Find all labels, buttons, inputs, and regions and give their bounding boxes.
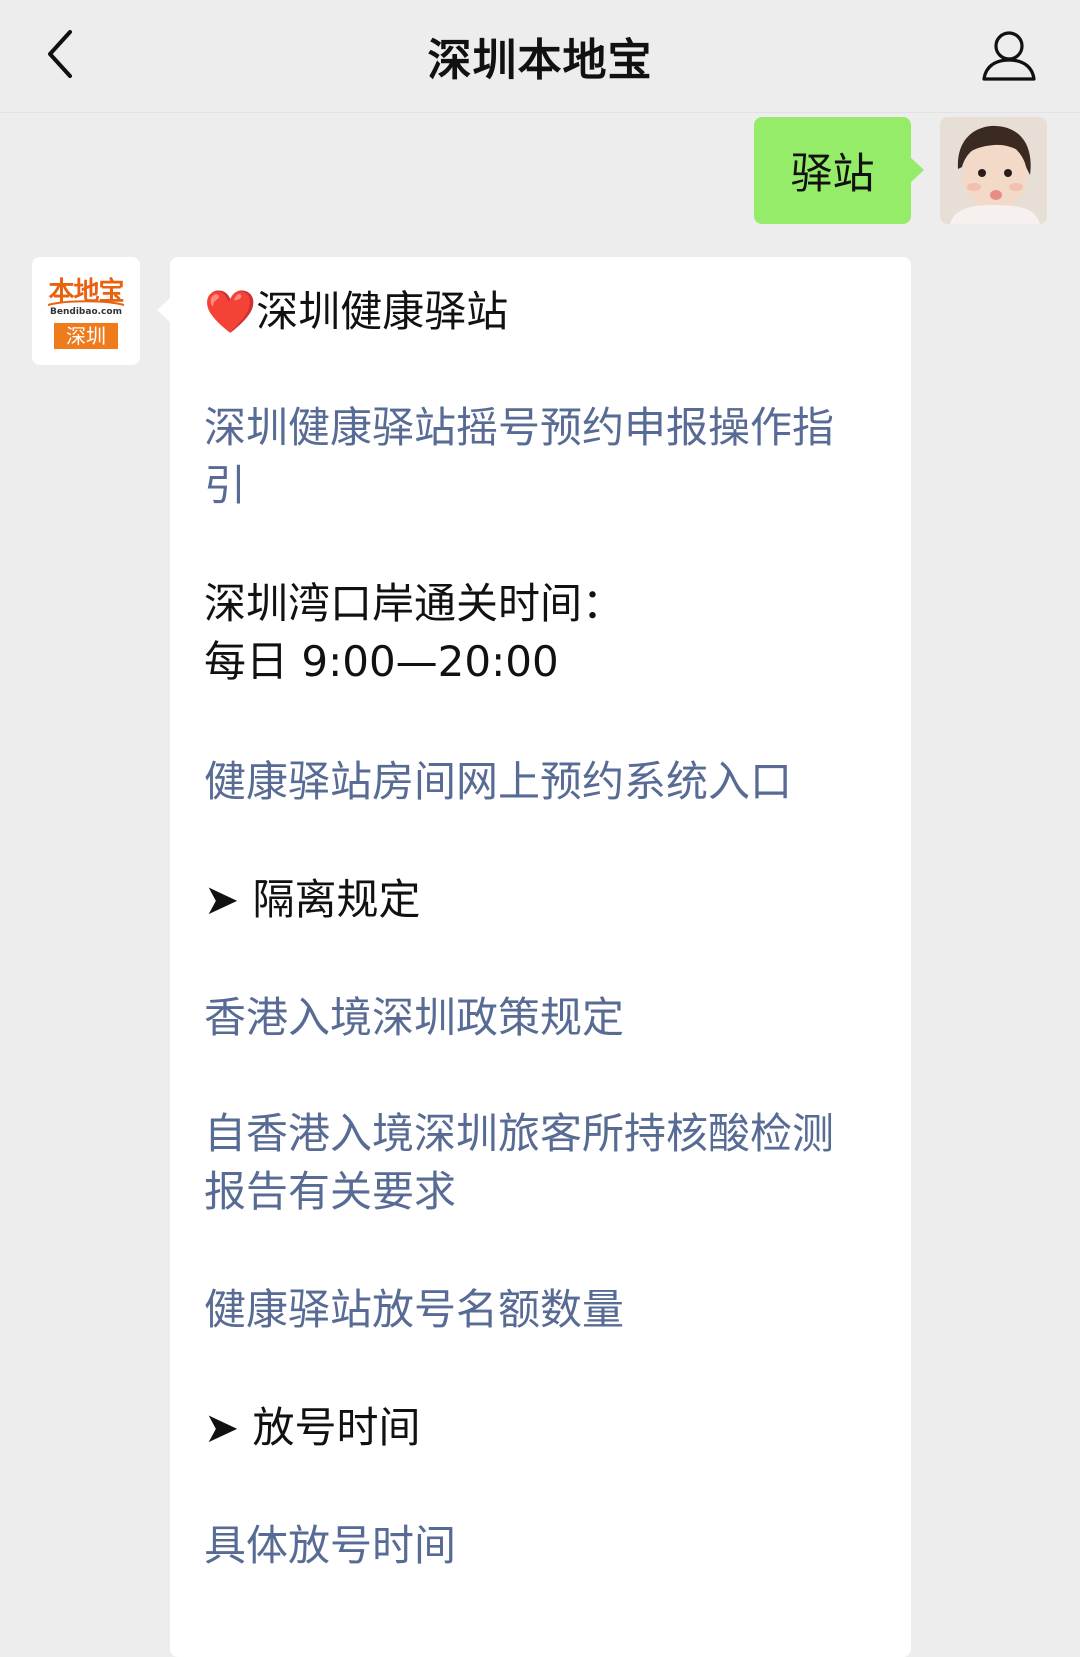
section-release-time: ➤ 放号时间: [204, 1403, 421, 1452]
link-booking-guide[interactable]: 深圳健康驿站摇号预约申报操作指引: [204, 399, 864, 515]
user-avatar[interactable]: [940, 117, 1047, 224]
user-message-text: 驿站: [790, 149, 875, 198]
child-portrait-image: [940, 117, 1047, 224]
link-release-time-details[interactable]: 具体放号时间: [204, 1517, 864, 1575]
port-hours-label: 深圳湾口岸通关时间：: [204, 579, 625, 628]
heart-icon: ❤️: [204, 287, 257, 336]
port-hours-value: 每日 9:00—20:00: [204, 637, 559, 686]
top-nav-bar: 深圳本地宝: [0, 0, 1080, 113]
logo-city-badge: 深圳: [54, 323, 118, 349]
message-title: 深圳健康驿站: [256, 287, 509, 336]
profile-button[interactable]: [974, 20, 1044, 90]
link-nucleic-test-requirements[interactable]: 自香港入境深圳旅客所持核酸检测报告有关要求: [204, 1105, 864, 1221]
bot-message-bubble: ❤️深圳健康驿站 深圳健康驿站摇号预约申报操作指引 深圳湾口岸通关时间： 每日 …: [157, 257, 911, 1657]
link-quota-count[interactable]: 健康驿站放号名额数量: [204, 1281, 864, 1339]
section-quarantine-rules: ➤ 隔离规定: [204, 875, 421, 924]
link-hk-entry-policy[interactable]: 香港入境深圳政策规定: [204, 989, 864, 1047]
link-room-booking-system[interactable]: 健康驿站房间网上预约系统入口: [204, 753, 864, 811]
user-message-bubble[interactable]: 驿站: [754, 117, 924, 224]
logo-domain-text: Bendibao.com: [50, 307, 122, 317]
bot-avatar[interactable]: 本地宝 Bendibao.com 深圳: [32, 257, 140, 365]
message-heading: ❤️深圳健康驿站: [204, 283, 864, 341]
chat-title: 深圳本地宝: [427, 35, 653, 86]
person-icon: [982, 31, 1036, 81]
